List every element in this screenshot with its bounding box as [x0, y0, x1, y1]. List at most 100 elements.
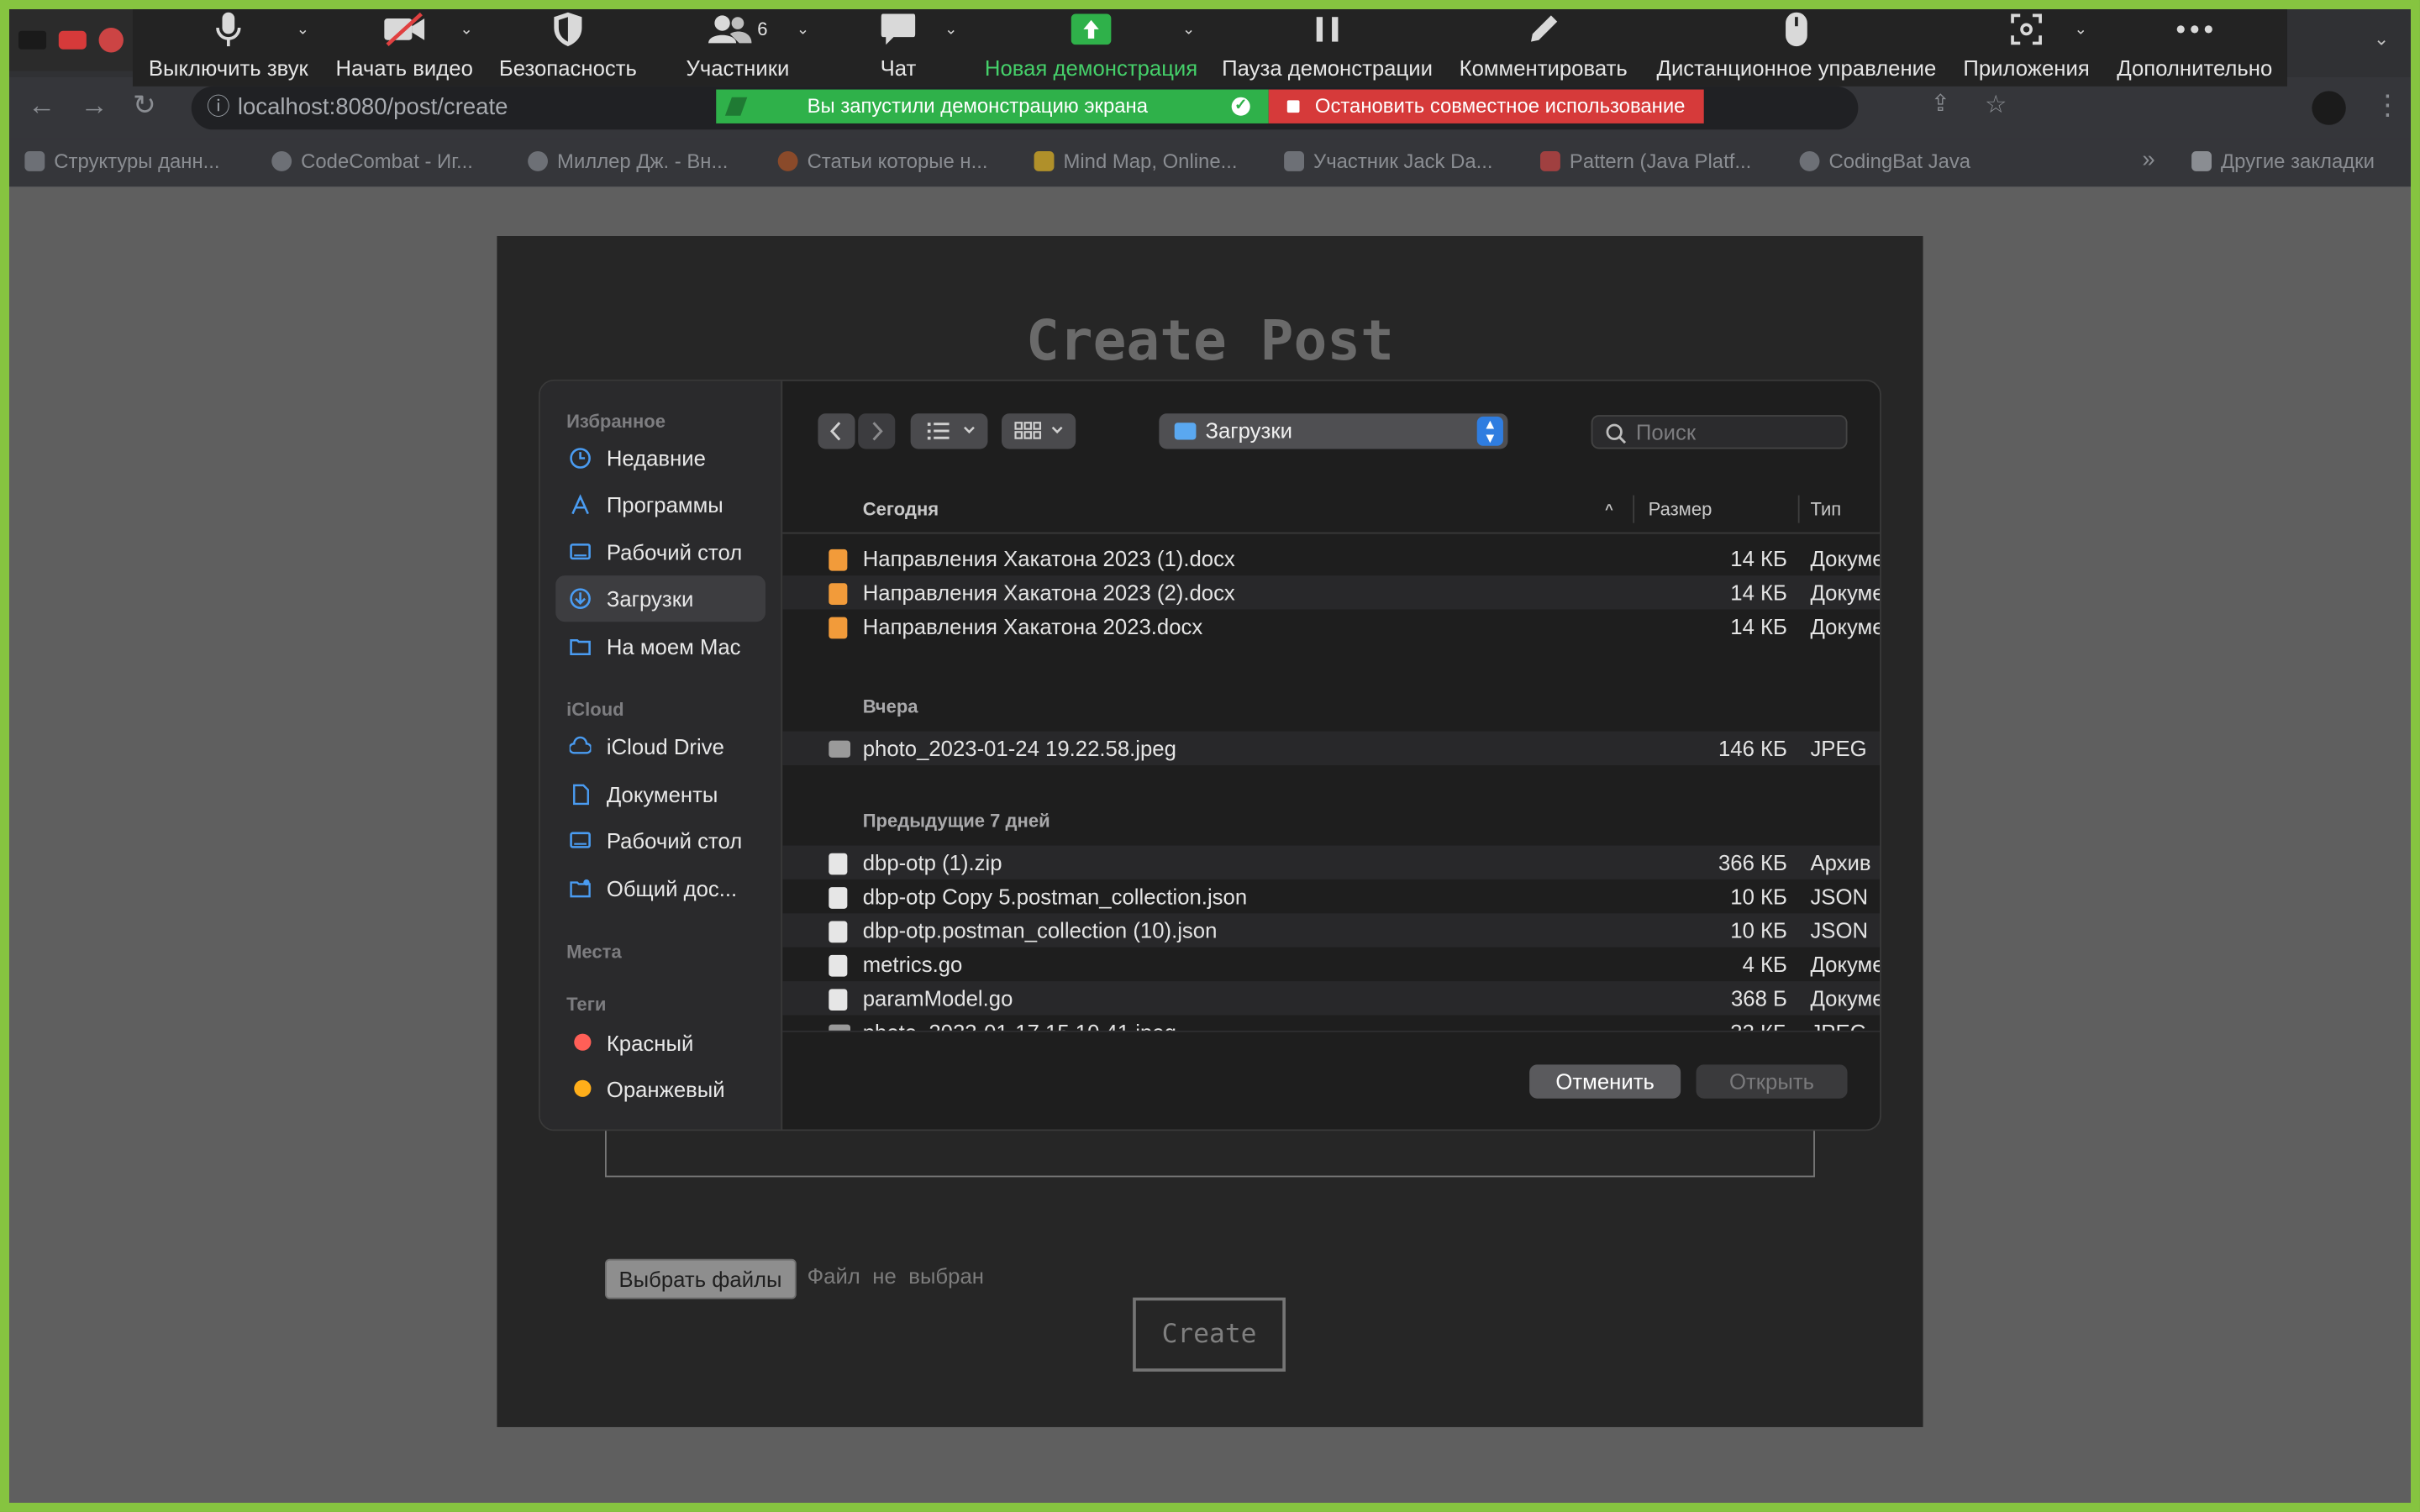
grid-view-button[interactable] — [1002, 413, 1076, 449]
bookmark-icon — [777, 150, 798, 171]
file-row[interactable]: Направления Хакатона 2023 (2).docx 14 КБ… — [782, 575, 1881, 610]
file-row[interactable]: photo_2023-01-24 19.22.58.jpeg 146 КБ JP… — [782, 731, 1881, 766]
file-row[interactable]: paramModel.go 368 Б Докуме — [782, 981, 1881, 1016]
page-title: Create Post — [1026, 310, 1394, 374]
file-row[interactable]: dbp-otp Copy 5.postman_collection.json 1… — [782, 879, 1880, 913]
star-icon[interactable]: ☆ — [1985, 90, 2007, 121]
sidebar-item-label: Рабочий стол — [606, 539, 743, 565]
bookmark-item[interactable]: Mind Map, Online... — [1034, 150, 1238, 173]
info-icon: ⓘ — [207, 94, 230, 121]
start-video-button[interactable]: Начать видео — [330, 9, 478, 87]
bookmark-icon — [528, 150, 549, 171]
bookmark-item[interactable]: Pattern (Java Platf... — [1540, 150, 1751, 173]
document-icon — [573, 784, 589, 806]
sidebar-item-shared[interactable]: Общий дос... — [555, 865, 765, 911]
chevron-down-icon[interactable]: ⌄ — [460, 22, 472, 39]
chevron-down-icon[interactable]: ⌄ — [797, 22, 809, 39]
annotate-button[interactable]: Комментировать — [1457, 9, 1630, 87]
start-video-label: Начать видео — [335, 55, 473, 81]
no-file-label: Файл не выбран — [807, 1263, 984, 1289]
bookmark-item[interactable]: Участник Jack Da... — [1284, 150, 1493, 173]
sidebar-item-icloud-desktop[interactable]: Рабочий стол — [555, 817, 765, 864]
other-bookmarks[interactable]: Другие закладки — [2191, 150, 2375, 173]
file-name: Направления Хакатона 2023 (1).docx — [862, 546, 1235, 571]
file-row[interactable]: Направления Хакатона 2023 (1).docx 14 КБ… — [782, 542, 1880, 575]
sidebar-item-icloud-drive[interactable]: iCloud Drive — [555, 723, 765, 769]
bookmark-item[interactable]: Статьи которые н... — [777, 150, 987, 173]
pause-share-label: Пауза демонстрации — [1222, 55, 1433, 81]
sidebar-item-desktop[interactable]: Рабочий стол — [555, 529, 765, 575]
forward-button[interactable] — [858, 413, 896, 449]
bookmark-icon — [1540, 150, 1560, 171]
stop-sharing-button[interactable]: Остановить совместное использование — [1268, 89, 1704, 123]
bookmarks-overflow[interactable]: » — [2142, 146, 2154, 172]
file-name: photo_2023-01-17 15.10.41.jpeg — [863, 1016, 1176, 1031]
file-type: Докуме — [1810, 580, 1881, 605]
chevron-down-icon[interactable]: ⌄ — [2075, 22, 2087, 39]
bookmark-item[interactable]: Миллер Дж. - Вн... — [528, 150, 728, 173]
sidebar-item-on-my-mac[interactable]: На моем Mac — [555, 623, 765, 669]
open-button[interactable]: Открыть — [1696, 1064, 1848, 1099]
chevron-down-icon[interactable]: ⌄ — [2374, 28, 2389, 50]
file-row[interactable]: dbp-otp.postman_collection (10).json 10 … — [782, 913, 1881, 948]
sidebar-item-label: iCloud Drive — [606, 734, 724, 759]
mute-label: Выключить звук — [148, 55, 308, 81]
sidebar-item-tag-red[interactable]: Красный — [555, 1020, 765, 1066]
location-select[interactable]: Загрузки ▲ ▼ — [1159, 413, 1508, 449]
chat-button[interactable]: Чат — [852, 9, 944, 87]
list-view-button[interactable] — [910, 413, 988, 449]
bookmark-item[interactable]: CodingBat Java — [1799, 150, 1970, 173]
create-button[interactable]: Create — [1133, 1297, 1286, 1372]
chevron-down-icon[interactable]: ⌄ — [1182, 22, 1195, 39]
reload-icon[interactable]: ↻ — [133, 90, 156, 123]
back-button[interactable] — [818, 413, 855, 449]
new-share-button[interactable]: Новая демонстрация — [981, 9, 1201, 87]
forward-icon[interactable]: → — [81, 90, 108, 123]
go-file-icon — [829, 989, 848, 1011]
mouse-icon — [1655, 9, 1939, 50]
file-size: 14 КБ — [1730, 546, 1787, 571]
security-button[interactable]: Безопасность — [497, 9, 639, 87]
sharing-banner-text: Вы запустили демонстрацию экрана — [807, 94, 1149, 118]
file-row[interactable]: photo_2023-01-17 15.10.41.jpeg 33 КБ JPE… — [782, 1016, 1880, 1031]
file-size: 366 КБ — [1718, 850, 1787, 875]
sidebar-item-label: Недавние — [606, 445, 706, 471]
file-row[interactable]: metrics.go 4 КБ Докуме — [782, 948, 1880, 981]
search-field[interactable]: Поиск — [1591, 415, 1848, 449]
column-type[interactable]: Тип — [1810, 498, 1841, 520]
sort-ascending-icon[interactable]: ^ — [1605, 501, 1613, 517]
sidebar-item-downloads[interactable]: Загрузки — [555, 575, 766, 622]
participants-icon: 6 — [679, 9, 797, 50]
zip-file-icon — [829, 853, 848, 875]
file-row[interactable]: Направления Хакатона 2023.docx 14 КБ Док… — [782, 609, 1880, 643]
apps-button[interactable]: Приложения — [1960, 9, 2093, 87]
bookmark-label: CodeCombat - Иг... — [301, 150, 473, 173]
bookmark-item[interactable]: Структуры данн... — [24, 150, 220, 173]
file-name: metrics.go — [862, 952, 963, 977]
column-size[interactable]: Размер — [1649, 498, 1712, 520]
cancel-button[interactable]: Отменить — [1529, 1064, 1681, 1099]
more-button[interactable]: Дополнительно — [2114, 9, 2275, 87]
chevron-down-icon[interactable]: ⌄ — [297, 22, 309, 39]
image-file-icon — [829, 740, 851, 758]
sidebar-item-tag-orange[interactable]: Оранжевый — [555, 1066, 765, 1112]
dialog-main: Загрузки ▲ ▼ Поиск Сегодня ^ Размер Тип Н… — [782, 381, 1881, 1130]
remote-control-button[interactable]: Дистанционное управление — [1655, 9, 1939, 87]
profile-avatar[interactable] — [2312, 91, 2346, 125]
sidebar-item-documents[interactable]: Документы — [555, 771, 765, 817]
pause-share-button[interactable]: Пауза демонстрации — [1219, 9, 1435, 87]
chevron-down-icon[interactable]: ⌄ — [944, 22, 957, 39]
participants-button[interactable]: 6 Участники — [679, 9, 797, 87]
file-row[interactable]: dbp-otp (1).zip 366 КБ Архив — [782, 845, 1881, 879]
mute-button[interactable]: Выключить звук — [145, 9, 312, 87]
menu-icon[interactable]: ⋮ — [2374, 90, 2402, 123]
back-icon[interactable]: ← — [28, 90, 55, 123]
file-name: dbp-otp.postman_collection (10).json — [862, 917, 1218, 943]
share-page-icon[interactable]: ⇪ — [1931, 90, 1950, 117]
file-type: Докуме — [1810, 952, 1881, 977]
choose-files-button[interactable]: Выбрать файлы — [604, 1258, 797, 1299]
sidebar-item-applications[interactable]: Программы — [555, 481, 765, 528]
sidebar-item-recents[interactable]: Недавние — [555, 435, 765, 481]
bookmark-item[interactable]: CodeCombat - Иг... — [271, 150, 473, 173]
column-name[interactable]: Сегодня — [863, 498, 939, 520]
